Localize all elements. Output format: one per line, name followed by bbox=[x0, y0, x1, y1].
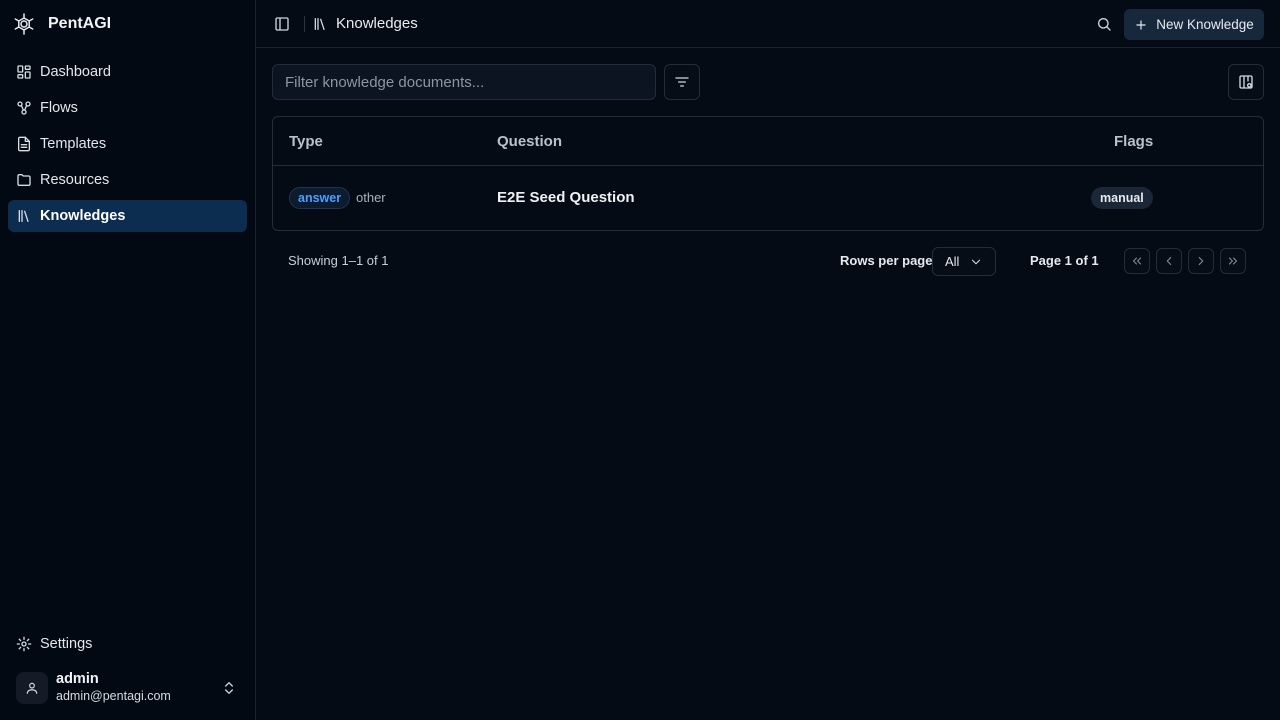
page-title: Knowledges bbox=[336, 15, 418, 32]
sidebar-item-resources[interactable]: Resources bbox=[8, 164, 247, 196]
brand[interactable]: PentAGI bbox=[12, 12, 111, 36]
settings-label: Settings bbox=[40, 636, 93, 652]
column-header-question[interactable]: Question bbox=[497, 133, 562, 150]
flag-badge: manual bbox=[1091, 187, 1153, 209]
sidebar-toggle-icon[interactable] bbox=[274, 16, 290, 32]
pentagi-logo-icon bbox=[12, 12, 36, 36]
sidebar-item-label: Dashboard bbox=[40, 64, 111, 80]
question-text: E2E Seed Question bbox=[497, 189, 635, 206]
sidebar: PentAGI Dashboard Flows Templates Resour… bbox=[0, 0, 256, 720]
chevrons-left-icon bbox=[1130, 254, 1144, 268]
new-knowledge-label: New Knowledge bbox=[1156, 17, 1254, 32]
dashboard-icon bbox=[16, 64, 32, 80]
chevrons-up-down-icon bbox=[221, 680, 237, 696]
sidebar-item-label: Templates bbox=[40, 136, 107, 152]
filter-lines-icon bbox=[674, 74, 690, 90]
type-badge: answer bbox=[289, 187, 351, 209]
search-icon[interactable] bbox=[1096, 16, 1112, 32]
table-row[interactable]: answer other E2E Seed Question manual bbox=[273, 166, 1263, 230]
chevron-right-icon bbox=[1194, 254, 1208, 268]
user-menu[interactable]: admin admin@pentagi.com bbox=[8, 664, 247, 712]
first-page-button[interactable] bbox=[1124, 248, 1150, 274]
sidebar-item-label: Flows bbox=[40, 100, 78, 116]
breadcrumb: Knowledges bbox=[312, 15, 418, 32]
column-header-type[interactable]: Type bbox=[289, 133, 323, 150]
app-name: PentAGI bbox=[48, 15, 112, 32]
column-settings-button[interactable] bbox=[1228, 64, 1264, 100]
table-header: Type Question Flags bbox=[273, 117, 1263, 166]
sidebar-item-settings[interactable]: Settings bbox=[8, 628, 247, 660]
library-icon bbox=[16, 208, 32, 224]
rows-per-page-value: All bbox=[945, 254, 960, 269]
type-subtype: other bbox=[356, 190, 386, 205]
sidebar-item-label: Knowledges bbox=[40, 208, 126, 224]
previous-page-button[interactable] bbox=[1156, 248, 1182, 274]
gear-icon bbox=[16, 636, 32, 652]
plus-icon bbox=[1134, 18, 1148, 32]
library-icon bbox=[312, 16, 328, 32]
file-text-icon bbox=[16, 136, 32, 152]
folder-icon bbox=[16, 172, 32, 188]
avatar bbox=[16, 672, 48, 704]
rows-per-page-label: Rows per page bbox=[840, 253, 933, 268]
user-icon bbox=[25, 681, 39, 695]
new-knowledge-button[interactable]: New Knowledge bbox=[1124, 9, 1264, 40]
sidebar-nav: Dashboard Flows Templates Resources Know… bbox=[8, 56, 247, 236]
user-name: admin bbox=[56, 671, 99, 687]
workflow-icon bbox=[16, 100, 32, 116]
header-divider bbox=[304, 16, 305, 32]
knowledge-table: Type Question Flags answer other E2E See… bbox=[272, 116, 1264, 231]
filter-button[interactable] bbox=[664, 64, 700, 100]
sidebar-item-templates[interactable]: Templates bbox=[8, 128, 247, 160]
next-page-button[interactable] bbox=[1188, 248, 1214, 274]
sidebar-item-knowledges[interactable]: Knowledges bbox=[8, 200, 247, 232]
rows-per-page-select[interactable]: All bbox=[932, 247, 996, 276]
chevron-down-icon bbox=[969, 255, 983, 269]
user-email: admin@pentagi.com bbox=[56, 689, 171, 703]
sidebar-item-label: Resources bbox=[40, 172, 110, 188]
last-page-button[interactable] bbox=[1220, 248, 1246, 274]
sidebar-item-dashboard[interactable]: Dashboard bbox=[8, 56, 247, 88]
showing-count: Showing 1–1 of 1 bbox=[288, 253, 389, 268]
filter-input[interactable] bbox=[272, 64, 656, 100]
sidebar-item-flows[interactable]: Flows bbox=[8, 92, 247, 124]
chevron-left-icon bbox=[1162, 254, 1176, 268]
top-header: Knowledges New Knowledge bbox=[256, 0, 1280, 48]
columns-settings-icon bbox=[1238, 74, 1254, 90]
column-header-flags[interactable]: Flags bbox=[1114, 133, 1153, 150]
chevrons-right-icon bbox=[1226, 254, 1240, 268]
page-indicator: Page 1 of 1 bbox=[1030, 253, 1099, 268]
